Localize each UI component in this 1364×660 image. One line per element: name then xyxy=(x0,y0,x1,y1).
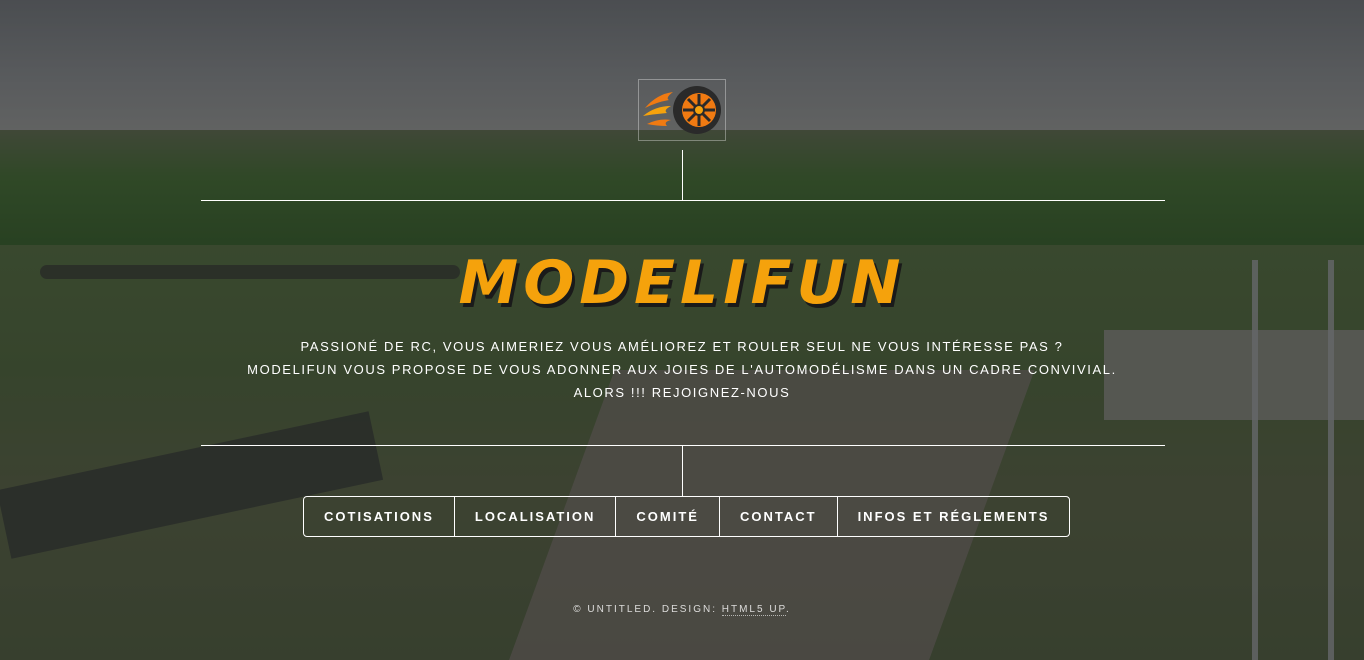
tagline: Passioné de RC, vous aimeriez vous améli… xyxy=(0,335,1364,404)
tagline-line-1: Passioné de RC, vous aimeriez vous améli… xyxy=(300,339,1064,354)
nav-item-infos-reglements[interactable]: Infos et Réglements xyxy=(836,497,1070,536)
footer-suffix: . xyxy=(785,604,791,615)
site-title: MODELIFUN xyxy=(458,248,906,318)
top-connector-line xyxy=(682,150,683,200)
main-nav: Cotisations Localisation Comité Contact … xyxy=(303,496,1071,537)
nav-item-localisation[interactable]: Localisation xyxy=(453,497,616,536)
top-divider xyxy=(201,200,1165,201)
bottom-divider xyxy=(201,445,1165,446)
footer-credit-link[interactable]: HTML5 UP xyxy=(721,604,786,616)
tagline-line-2: Modelifun vous propose de vous adonner a… xyxy=(247,362,1117,377)
bottom-connector-line xyxy=(682,446,683,496)
tagline-line-3: Alors !!! Rejoignez-nous xyxy=(573,385,791,400)
logo xyxy=(638,79,726,141)
nav-item-cotisations[interactable]: Cotisations xyxy=(304,497,454,536)
flaming-wheel-icon xyxy=(643,86,721,134)
footer-copyright: © Untitled. Design: xyxy=(573,604,717,615)
nav-item-comite[interactable]: Comité xyxy=(615,497,719,536)
page-content: MODELIFUN Passioné de RC, vous aimeriez … xyxy=(0,0,1364,660)
footer: © Untitled. Design: HTML5 UP. xyxy=(0,604,1364,616)
nav-item-contact[interactable]: Contact xyxy=(718,497,837,536)
